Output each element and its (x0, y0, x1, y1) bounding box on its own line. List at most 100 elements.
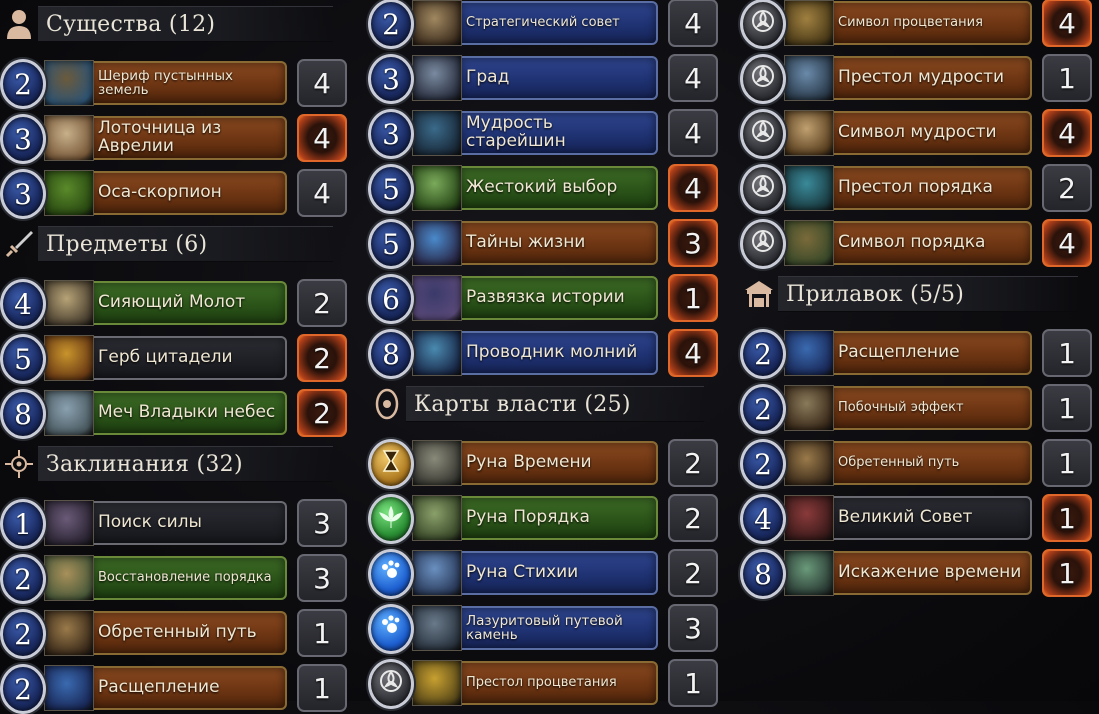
cost-gem: 3 (368, 109, 414, 159)
card-row[interactable]: 2 Побочный эффект 1 (740, 382, 1092, 434)
card-row[interactable]: 3 Град 4 (368, 52, 718, 104)
card-row[interactable]: Лазуритовый путевой камень 3 (368, 602, 718, 654)
card-row[interactable]: Руна Порядка 2 (368, 492, 718, 544)
cost-gem: 4 (0, 279, 46, 329)
cost-gem: 2 (740, 329, 786, 379)
mana-cost: 1 (14, 507, 32, 541)
card-name: Искажение времени (832, 551, 1032, 595)
cost-gem: 6 (368, 274, 414, 324)
card-row[interactable]: Престол процветания 1 (368, 657, 718, 709)
card-count: 4 (668, 109, 718, 157)
symbol-rune-icon (750, 118, 776, 151)
card-art (44, 500, 94, 546)
card-row[interactable]: 3 Лоточница из Аврелии 4 (0, 112, 347, 164)
cost-gem (740, 109, 786, 159)
cost-gem (368, 659, 414, 709)
card-row[interactable]: 6 Развязка истории 1 (368, 272, 718, 324)
card-row[interactable]: 3 Мудрость старейшин 4 (368, 107, 718, 159)
section-header[interactable]: Прилавок (5/5) (740, 272, 1092, 316)
card-row[interactable]: 2 Обретенный путь 1 (740, 437, 1092, 489)
mana-cost: 3 (14, 122, 32, 156)
card-count: 1 (668, 659, 718, 707)
card-art (44, 335, 94, 381)
card-name: Побочный эффект (832, 386, 1032, 430)
card-art (44, 170, 94, 216)
card-name: Тайны жизни (460, 221, 658, 265)
card-row[interactable]: 5 Герб цитадели 2 (0, 332, 347, 384)
card-count: 1 (1042, 549, 1092, 597)
power-card-icon (368, 385, 406, 423)
card-name: Стратегический совет (460, 1, 658, 45)
section-title: Карты власти (25) (406, 386, 704, 422)
card-row[interactable]: Символ процветания 4 (740, 0, 1092, 49)
card-count: 1 (1042, 439, 1092, 487)
card-count: 1 (297, 664, 347, 712)
card-art (44, 280, 94, 326)
card-count: 2 (1042, 164, 1092, 212)
card-row[interactable]: 2 Расщепление 1 (740, 327, 1092, 379)
symbol-rune-icon (378, 668, 404, 701)
card-row[interactable]: 4 Великий Совет 1 (740, 492, 1092, 544)
card-count: 4 (1042, 0, 1092, 47)
card-row[interactable]: 8 Меч Владыки небес 2 (0, 387, 347, 439)
card-row[interactable]: 8 Искажение времени 1 (740, 547, 1092, 599)
card-row[interactable]: 2 Стратегический совет 4 (368, 0, 718, 49)
section-header[interactable]: Существа (12) (0, 2, 347, 46)
card-art (412, 550, 462, 596)
card-row[interactable]: 8 Проводник молний 4 (368, 327, 718, 379)
card-row[interactable]: Престол порядка 2 (740, 162, 1092, 214)
card-count: 1 (1042, 54, 1092, 102)
section-header[interactable]: Заклинания (32) (0, 442, 347, 486)
card-count: 3 (297, 499, 347, 547)
card-row[interactable]: 4 Сияющий Молот 2 (0, 277, 347, 329)
card-name: Руна Стихии (460, 551, 658, 595)
card-count: 4 (668, 54, 718, 102)
card-row[interactable]: Престол мудрости 1 (740, 52, 1092, 104)
card-art (784, 55, 834, 101)
card-art (784, 495, 834, 541)
cost-gem: 2 (0, 59, 46, 109)
card-row[interactable]: 2 Расщепление 1 (0, 662, 347, 714)
card-row[interactable]: Руна Времени 2 (368, 437, 718, 489)
card-row[interactable]: Символ порядка 4 (740, 217, 1092, 269)
card-name: Восстановление порядка (92, 556, 287, 600)
mana-cost: 3 (382, 62, 400, 96)
symbol-rune-icon (750, 173, 776, 206)
cost-gem: 5 (368, 219, 414, 269)
card-row[interactable]: 2 Восстановление порядка 3 (0, 552, 347, 604)
card-row[interactable]: Символ мудрости 4 (740, 107, 1092, 159)
card-row[interactable]: 5 Тайны жизни 3 (368, 217, 718, 269)
card-row[interactable]: 2 Обретенный путь 1 (0, 607, 347, 659)
card-art (412, 220, 462, 266)
card-art (412, 605, 462, 651)
symbol-rune-icon (750, 228, 776, 261)
card-name: Обретенный путь (832, 441, 1032, 485)
card-row[interactable]: 3 Оса-скорпион 4 (0, 167, 347, 219)
card-name: Меч Владыки небес (92, 391, 287, 435)
cost-gem: 8 (0, 389, 46, 439)
card-art (412, 495, 462, 541)
card-count: 4 (1042, 219, 1092, 267)
symbol-rune-icon (750, 8, 776, 41)
cost-gem: 2 (0, 664, 46, 714)
card-name: Престол процветания (460, 661, 658, 705)
card-name: Сияющий Молот (92, 281, 287, 325)
mana-cost: 2 (754, 447, 772, 481)
card-row[interactable]: 2 Шериф пустынных земель 4 (0, 57, 347, 109)
section-header[interactable]: Карты власти (25) (368, 382, 718, 426)
card-row[interactable]: 1 Поиск силы 3 (0, 497, 347, 549)
section-header[interactable]: Предметы (6) (0, 222, 347, 266)
card-row[interactable]: Руна Стихии 2 (368, 547, 718, 599)
card-name: Лазуритовый путевой камень (460, 606, 658, 650)
card-art (412, 660, 462, 706)
card-name: Град (460, 56, 658, 100)
mana-cost: 5 (14, 342, 32, 376)
cost-gem: 8 (740, 549, 786, 599)
cost-gem (740, 219, 786, 269)
card-name: Расщепление (832, 331, 1032, 375)
mana-cost: 6 (382, 282, 400, 316)
mana-cost: 4 (14, 287, 32, 321)
card-row[interactable]: 5 Жестокий выбор 4 (368, 162, 718, 214)
card-art (784, 385, 834, 431)
card-count: 2 (297, 389, 347, 437)
